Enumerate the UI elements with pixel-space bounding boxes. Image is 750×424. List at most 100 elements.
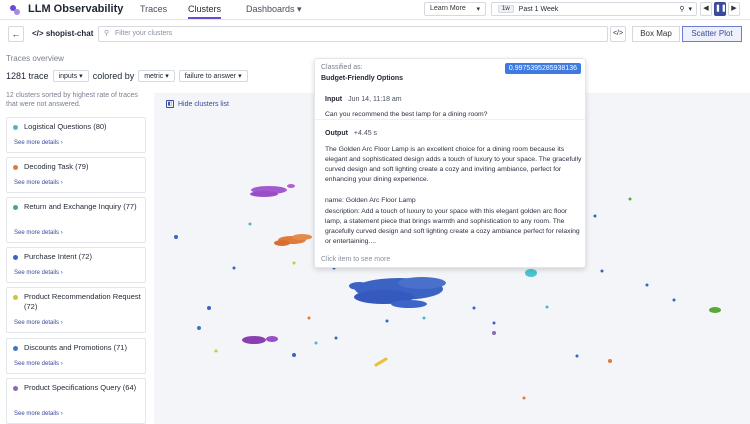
- code-icon: </>: [32, 29, 44, 38]
- cluster-card[interactable]: Logistical Questions (80) See more detai…: [6, 117, 146, 153]
- cluster-points-orange[interactable]: [274, 234, 312, 246]
- see-more-link[interactable]: See more details ›: [14, 180, 63, 186]
- see-more-link[interactable]: See more details ›: [14, 270, 63, 276]
- cluster-toolbar: ← </> shopist-chat ⚲ Filter your cluster…: [0, 22, 750, 46]
- cluster-points-cyan[interactable]: [525, 269, 537, 277]
- time-range-label: Past 1 Week: [518, 5, 559, 13]
- output-time: +4.45 s: [353, 130, 378, 137]
- see-more-link[interactable]: See more details ›: [14, 411, 63, 417]
- forward-icon: ▶: [731, 5, 737, 12]
- cluster-filter-input[interactable]: ⚲ Filter your clusters: [98, 26, 608, 42]
- top-bar: LLM Observability Traces Clusters Dashbo…: [0, 0, 750, 20]
- back-button[interactable]: ←: [8, 26, 24, 42]
- time-badge: 1w: [498, 5, 514, 13]
- chevron-right-icon: ›: [60, 230, 63, 236]
- classified-label: Classified as:: [321, 64, 363, 71]
- section-label: Traces overview: [6, 54, 64, 63]
- score-badge: 0.9975395285938136: [504, 63, 581, 74]
- cluster-color-dot: [13, 255, 18, 260]
- tab-clusters[interactable]: Clusters: [188, 4, 222, 19]
- app-name: </> shopist-chat: [32, 29, 93, 38]
- chevron-right-icon: ›: [60, 411, 63, 417]
- output-label: Output: [325, 130, 348, 137]
- see-more-label: See more details: [14, 411, 60, 417]
- cluster-name: Product Specifications Query (64): [24, 383, 137, 392]
- pause-icon: ❚❚: [715, 5, 727, 12]
- box-map-button[interactable]: Box Map: [632, 26, 680, 42]
- group-dropdown-label: inputs: [58, 73, 78, 80]
- arrow-left-icon: ←: [11, 29, 21, 39]
- output-header: Output +4.45 s: [325, 130, 377, 137]
- llm-observability-logo-icon: [10, 5, 20, 15]
- cluster-card[interactable]: Purchase Intent (72) See more details ›: [6, 247, 146, 283]
- see-more-link[interactable]: See more details ›: [14, 320, 63, 326]
- see-more-label: See more details: [14, 230, 60, 236]
- rewind-icon: ◀: [703, 5, 709, 12]
- chevron-down-icon: ▾: [165, 73, 169, 80]
- cluster-name: Purchase Intent (72): [24, 252, 92, 261]
- see-more-link[interactable]: See more details ›: [14, 230, 63, 236]
- trace-tooltip[interactable]: Classified as: Budget-Friendly Options 0…: [314, 58, 586, 268]
- metric-dropdown[interactable]: metric ▾: [138, 70, 175, 82]
- output-product-description: description: Add a touch of luxury to yo…: [325, 208, 580, 245]
- tab-dashboards[interactable]: Dashboards ▾: [246, 4, 302, 15]
- cluster-card[interactable]: Decoding Task (79) See more details ›: [6, 157, 146, 193]
- chevron-right-icon: ›: [60, 270, 63, 276]
- cluster-card[interactable]: Discounts and Promotions (71) See more d…: [6, 338, 146, 374]
- metric-value-label: failure to answer: [184, 73, 237, 80]
- see-more-link[interactable]: See more details ›: [14, 140, 63, 146]
- app-title: LLM Observability: [28, 3, 124, 15]
- time-range-selector[interactable]: 1w Past 1 Week ⚲ ▾: [491, 2, 697, 16]
- chevron-down-icon: ▾: [79, 73, 83, 80]
- cluster-card[interactable]: Product Specifications Query (64) See mo…: [6, 378, 146, 424]
- colored-by-label: colored by: [92, 71, 135, 81]
- learn-more-dropdown[interactable]: Learn More ▾: [424, 2, 486, 16]
- trace-count: 1281 trace: [6, 71, 49, 81]
- cluster-points-green[interactable]: [709, 307, 721, 313]
- chevron-right-icon: ›: [60, 140, 63, 146]
- see-more-link[interactable]: See more details ›: [14, 361, 63, 367]
- classified-name: Budget-Friendly Options: [321, 75, 404, 82]
- cluster-color-dot: [13, 125, 18, 130]
- scatter-plot-button[interactable]: Scatter Plot: [682, 26, 742, 42]
- input-time: Jun 14, 11:18 am: [348, 96, 402, 103]
- chevron-down-icon: ▾: [688, 6, 692, 13]
- tab-dashboards-label: Dashboards: [246, 4, 295, 14]
- chevron-down-icon: ▾: [238, 73, 242, 80]
- code-icon: </>: [612, 30, 624, 37]
- cluster-name: Logistical Questions (80): [24, 122, 107, 131]
- cluster-card[interactable]: Return and Exchange Inquiry (77) See mor…: [6, 197, 146, 243]
- trace-controls: 1281 trace inputs ▾ colored by metric ▾ …: [6, 70, 248, 82]
- cluster-name: Discounts and Promotions (71): [24, 343, 127, 352]
- learn-more-label: Learn More: [430, 5, 466, 12]
- chevron-down-icon: ▾: [476, 6, 480, 13]
- cluster-name: Decoding Task (79): [24, 162, 89, 171]
- cluster-points-violet[interactable]: [242, 336, 278, 344]
- pin-icon[interactable]: ⚲: [679, 5, 684, 13]
- divider: [315, 119, 585, 120]
- chevron-right-icon: ›: [60, 180, 63, 186]
- cluster-points-yellow[interactable]: [374, 357, 388, 367]
- cluster-color-dot: [13, 165, 18, 170]
- see-more-label: See more details: [14, 140, 60, 146]
- tooltip-footer: Click item to see more: [321, 256, 391, 263]
- cluster-color-dot: [13, 346, 18, 351]
- cluster-name: Return and Exchange Inquiry (77): [24, 202, 137, 211]
- app-name-label: shopist-chat: [45, 29, 94, 38]
- see-more-label: See more details: [14, 270, 60, 276]
- see-more-label: See more details: [14, 361, 60, 367]
- see-more-label: See more details: [14, 320, 60, 326]
- cluster-color-dot: [13, 205, 18, 210]
- cluster-description: 12 clusters sorted by highest rate of tr…: [6, 92, 138, 108]
- chevron-right-icon: ›: [60, 361, 63, 367]
- rewind-button[interactable]: ◀: [700, 2, 712, 16]
- group-dropdown[interactable]: inputs ▾: [52, 70, 89, 82]
- cluster-points-blue[interactable]: [349, 277, 446, 308]
- forward-button[interactable]: ▶: [728, 2, 740, 16]
- code-toggle-button[interactable]: </>: [610, 26, 626, 42]
- tab-traces[interactable]: Traces: [140, 4, 167, 14]
- cluster-card[interactable]: Product Recommendation Request (72) See …: [6, 287, 146, 333]
- cluster-points-purple[interactable]: [250, 184, 295, 197]
- pause-button[interactable]: ❚❚: [714, 2, 727, 16]
- metric-value-dropdown[interactable]: failure to answer ▾: [178, 70, 248, 82]
